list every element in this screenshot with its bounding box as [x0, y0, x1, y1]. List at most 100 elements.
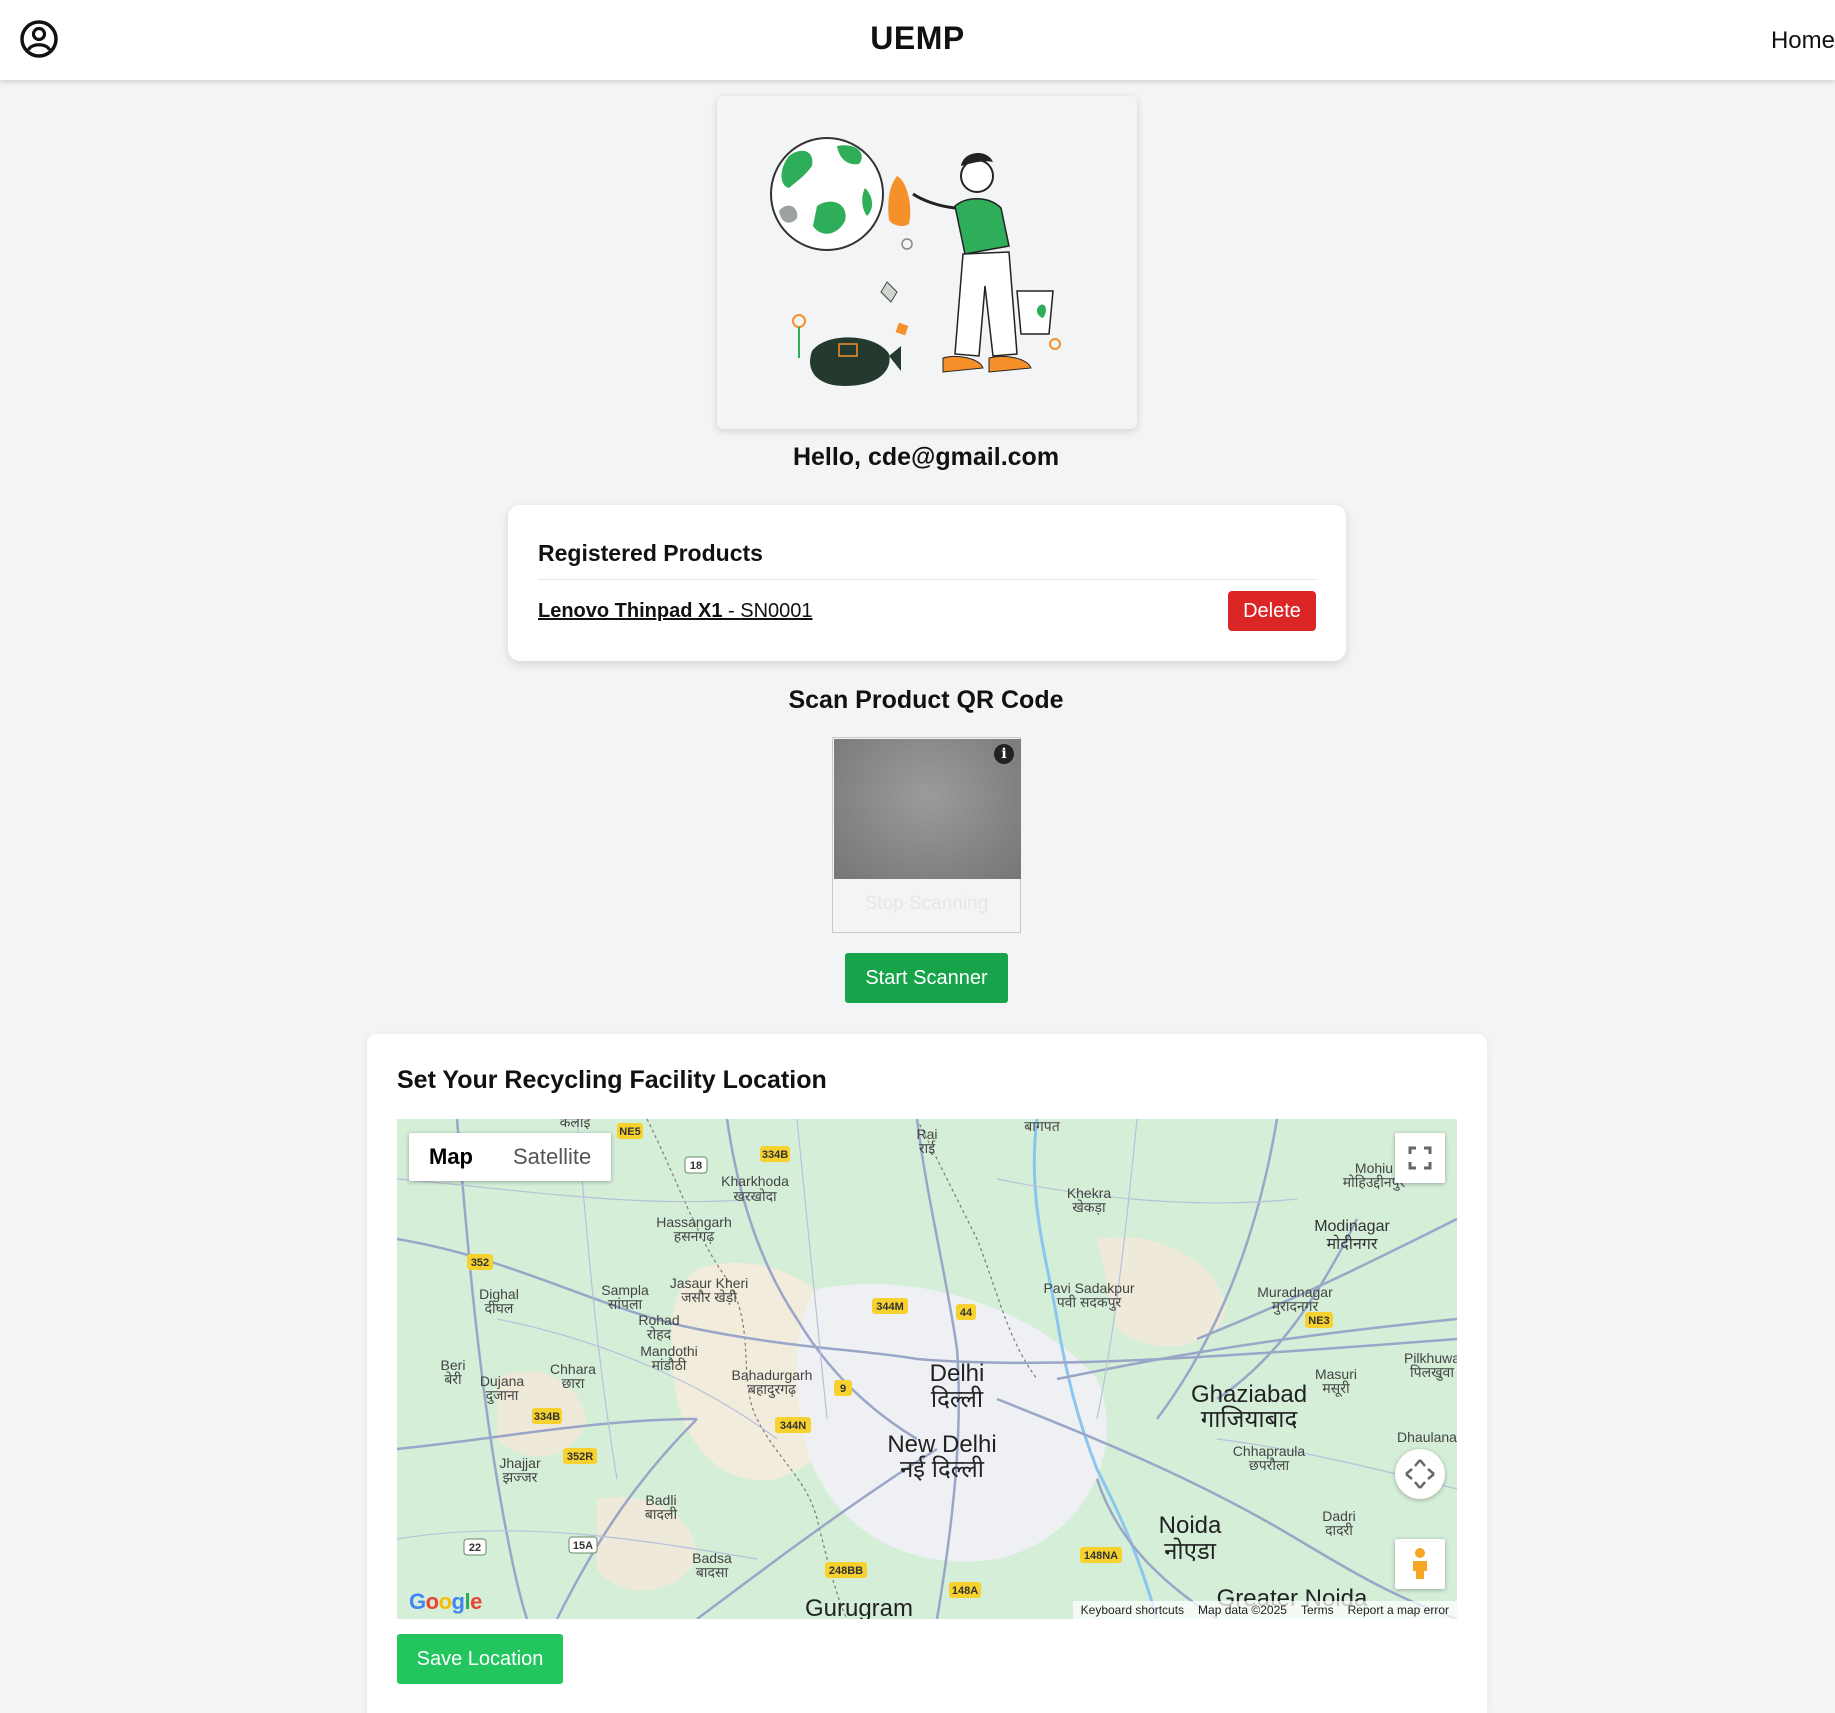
scan-qr-title: Scan Product QR Code	[788, 686, 1064, 714]
pegman-icon	[1413, 1548, 1427, 1579]
svg-text:9: 9	[840, 1383, 846, 1395]
recycling-location-card: Set Your Recycling Facility Location Del…	[367, 1034, 1487, 1713]
start-scanner-button[interactable]: Start Scanner	[845, 953, 1008, 1003]
save-location-button[interactable]: Save Location	[397, 1634, 563, 1684]
map-type-map-tab[interactable]: Map	[409, 1133, 493, 1181]
svg-text:248BB: 248BB	[829, 1565, 863, 1577]
highway-shield: 148A	[949, 1582, 981, 1598]
highway-shield: NE5	[617, 1123, 643, 1139]
map-label-modinagar-hi: मोदीनगर	[1327, 1234, 1378, 1253]
highway-shield: 352R	[563, 1448, 597, 1464]
map-canvas[interactable]: Delhi दिल्ली New Delhi नई दिल्ली Ghaziab…	[397, 1119, 1457, 1619]
svg-text:334B: 334B	[534, 1411, 560, 1423]
delete-product-button[interactable]: Delete	[1228, 591, 1316, 631]
terms-link[interactable]: Terms	[1301, 1603, 1334, 1617]
svg-text:344M: 344M	[876, 1301, 904, 1313]
highway-shield: NE3	[1305, 1312, 1333, 1328]
map-label-masuri-hi: मसूरी	[1322, 1380, 1350, 1397]
map-label-chhapraula-hi: छपरौला	[1249, 1457, 1290, 1473]
svg-text:334B: 334B	[762, 1149, 788, 1161]
brand-title: UEMP	[870, 20, 965, 56]
map-label-pilkhuwa-hi: पिलखुवा	[1410, 1364, 1454, 1381]
highway-shield: 148NA	[1080, 1547, 1122, 1563]
product-name: Lenovo Thinpad X1	[538, 600, 723, 622]
svg-text:44: 44	[960, 1307, 973, 1319]
camera-feed	[834, 739, 1021, 879]
map-label-badsa-hi: बादसा	[696, 1564, 729, 1580]
svg-text:NE5: NE5	[619, 1126, 640, 1138]
highway-shield: 15A	[568, 1536, 598, 1554]
map-label-delhi: Delhi	[930, 1360, 985, 1387]
highway-shield: 22	[463, 1538, 487, 1556]
map-label-dadri-hi: दादरी	[1325, 1522, 1353, 1538]
map-label-dighal-hi: दीघल	[485, 1300, 514, 1316]
highway-shield: 334B	[760, 1146, 790, 1162]
map-label-new-delhi-hi: नई दिल्ली	[900, 1455, 985, 1483]
map-label-jasaur-hi: जसौर खेड़ी	[681, 1289, 737, 1305]
map-label-modinagar: Modinagar	[1314, 1218, 1390, 1235]
map-label-dhaulana: Dhaulana	[1397, 1429, 1457, 1445]
map-label-jhajjar-hi: झज्जर	[503, 1469, 538, 1485]
map-type-satellite-tab[interactable]: Satellite	[493, 1133, 611, 1181]
svg-text:NE3: NE3	[1308, 1315, 1329, 1327]
divider	[538, 579, 1316, 580]
map-label-noida: Noida	[1159, 1512, 1222, 1539]
report-map-error-link[interactable]: Report a map error	[1348, 1603, 1449, 1617]
registered-products-card: Registered Products Lenovo Thinpad X1 - …	[508, 505, 1346, 661]
map-label-new-delhi: New Delhi	[887, 1431, 996, 1458]
fullscreen-icon	[1408, 1146, 1432, 1170]
product-serial: SN0001	[740, 600, 813, 622]
highway-shield: 334B	[532, 1408, 562, 1424]
top-navbar: UEMP Home	[0, 0, 1835, 80]
highway-shield: 344N	[775, 1417, 811, 1433]
svg-text:148A: 148A	[952, 1585, 978, 1597]
recycling-illustration	[770, 137, 1061, 386]
svg-text:22: 22	[469, 1542, 481, 1554]
highway-shield: 44	[956, 1304, 976, 1320]
map-label-noida-hi: नोएडा	[1164, 1537, 1217, 1565]
map-label-kalai-hi: कलाइ	[560, 1119, 592, 1130]
highway-shield: 9	[834, 1380, 852, 1396]
street-view-pegman[interactable]	[1395, 1539, 1445, 1589]
map-label-ghaziabad-hi: गाजियाबाद	[1201, 1405, 1298, 1433]
highway-shield: 248BB	[825, 1562, 867, 1578]
map-label-ghaziabad: Ghaziabad	[1191, 1381, 1307, 1408]
keyboard-shortcuts-link[interactable]: Keyboard shortcuts	[1081, 1603, 1184, 1617]
pan-arrows-icon	[1405, 1459, 1435, 1489]
nav-home-link[interactable]: Home	[1771, 27, 1835, 55]
svg-text:15A: 15A	[573, 1540, 593, 1552]
svg-text:352R: 352R	[567, 1451, 593, 1463]
stop-scanning-button[interactable]: Stop Scanning	[833, 893, 1020, 915]
map-label-chhara-hi: छारा	[562, 1375, 585, 1391]
map-label-kharkhoda: Kharkhoda	[721, 1173, 789, 1189]
google-map[interactable]: Delhi दिल्ली New Delhi नई दिल्ली Ghaziab…	[397, 1119, 1457, 1619]
map-label-rohad-hi: रोहद	[647, 1326, 672, 1342]
highway-shield: 344M	[872, 1298, 908, 1314]
map-label-beri-hi: बेरी	[444, 1371, 462, 1387]
map-label-mandothi-hi: मांडौठी	[652, 1357, 687, 1373]
map-camera-control[interactable]	[1395, 1449, 1445, 1499]
map-attribution-bar: Keyboard shortcuts Map data ©2025 Terms …	[1072, 1601, 1457, 1619]
fullscreen-button[interactable]	[1395, 1133, 1445, 1183]
registered-products-title: Registered Products	[538, 540, 763, 566]
map-data-text: Map data ©2025	[1198, 1603, 1287, 1617]
qr-scanner-region: i Stop Scanning	[832, 737, 1021, 933]
user-profile-icon[interactable]	[18, 18, 60, 60]
google-logo: Google	[409, 1589, 482, 1614]
product-link[interactable]: Lenovo Thinpad X1 - SN0001	[538, 600, 813, 623]
map-label-pavi-hi: पवी सदकपुर	[1057, 1294, 1122, 1311]
map-label-sampla-hi: सांपला	[608, 1296, 643, 1312]
map-label-baghpat-hi: बागपत	[1024, 1119, 1060, 1134]
hero-illustration-card	[717, 96, 1137, 429]
highway-shield: 18	[684, 1156, 708, 1174]
map-label-dujana-hi: दुजाना	[486, 1387, 519, 1405]
info-icon[interactable]: i	[994, 744, 1014, 764]
svg-text:344N: 344N	[780, 1420, 806, 1432]
map-label-gurugram: Gurugram	[805, 1595, 913, 1619]
map-label-hassangarh-hi: हसनगढ़	[674, 1228, 716, 1244]
highway-shield: 352	[467, 1254, 493, 1270]
map-label-khekra-hi: खेकड़ा	[1072, 1199, 1106, 1215]
greeting-text: Hello, cde@gmail.com	[792, 443, 1060, 471]
svg-text:148NA: 148NA	[1084, 1550, 1118, 1562]
svg-text:18: 18	[690, 1160, 702, 1172]
